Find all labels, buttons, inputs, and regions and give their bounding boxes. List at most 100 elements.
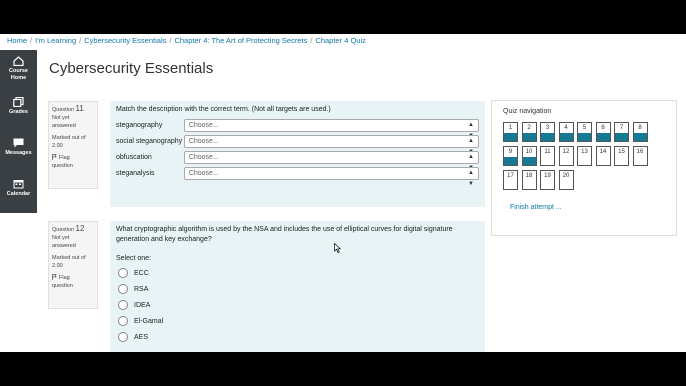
finish-attempt-link[interactable]: Finish attempt ... xyxy=(510,204,562,211)
messages-icon xyxy=(13,138,24,148)
flag-label: Flag xyxy=(59,275,70,281)
quiz-nav-button-12[interactable]: 12 xyxy=(558,146,574,166)
flag-label: question xyxy=(52,283,73,289)
quiz-nav-button-6[interactable]: 6 xyxy=(595,122,611,142)
radio-button[interactable] xyxy=(118,316,128,326)
question-marks: 2.00 xyxy=(52,263,63,269)
question-marks: 2.00 xyxy=(52,143,63,149)
quiz-screen: Home / I'm Learning / Cybersecurity Essentia… xyxy=(0,34,686,352)
quiz-nav-number: 8 xyxy=(638,125,642,131)
match-term: obfuscation xyxy=(116,154,152,161)
question-text: Match the description with the correct t… xyxy=(116,106,331,113)
answered-indicator xyxy=(578,133,591,141)
quiz-nav-number: 11 xyxy=(544,149,551,155)
breadcrumb-chapter[interactable]: Chapter 4: The Art of Protecting Secrets xyxy=(174,36,307,45)
quiz-nav-button-4[interactable]: 4 xyxy=(558,122,574,142)
match-term: steganalysis xyxy=(116,170,155,177)
quiz-nav-number: 9 xyxy=(508,149,513,155)
radio-button[interactable] xyxy=(118,332,128,342)
obfuscation-select[interactable]: Choose...▲▼ xyxy=(183,151,479,171)
quiz-nav-button-5[interactable]: 5 xyxy=(577,122,592,142)
option-label: IDEA xyxy=(134,301,151,309)
answer-option[interactable]: IDEA xyxy=(116,300,479,310)
quiz-nav-button-2[interactable]: 2 xyxy=(521,122,537,142)
sidebar-item-course-home[interactable]: Course Home xyxy=(0,50,37,91)
quiz-nav-button-9[interactable]: 9 xyxy=(503,146,518,166)
breadcrumb-home[interactable]: Home xyxy=(7,36,27,45)
question-number: Question 12 xyxy=(52,224,85,234)
quiz-nav-button-1[interactable]: 1 xyxy=(503,122,518,142)
quiz-nav-number: 7 xyxy=(619,125,624,131)
quiz-nav-button-19[interactable]: 19 xyxy=(540,170,555,190)
option-label: El-Gamal xyxy=(134,317,164,325)
radio-button[interactable] xyxy=(118,300,128,310)
quiz-nav-button-16[interactable]: 16 xyxy=(632,146,648,166)
quiz-nav-button-20[interactable]: 20 xyxy=(558,170,574,190)
sidebar-item-grades[interactable]: Grades xyxy=(0,91,37,132)
sidebar-item-label: Home xyxy=(10,75,27,81)
answered-indicator xyxy=(522,133,536,141)
quiz-nav-button-13[interactable]: 13 xyxy=(577,146,592,166)
flag-label: question xyxy=(52,163,73,169)
answer-option[interactable]: El-Gamal xyxy=(116,316,479,326)
question-marks: Marked out of xyxy=(52,135,86,141)
select-one-label: Select one: xyxy=(116,255,152,262)
quiz-nav-number: 4 xyxy=(564,125,568,131)
flag-question-button[interactable]: Flag xyxy=(52,274,94,282)
breadcrumb-learning[interactable]: I'm Learning xyxy=(35,36,76,45)
option-label: RSA xyxy=(134,285,149,293)
quiz-nav-number: 1 xyxy=(508,125,513,131)
quiz-nav-button-7[interactable]: 7 xyxy=(614,122,629,142)
radio-button[interactable] xyxy=(118,268,128,278)
question-11-info: Question 11 Not yet answered Marked out … xyxy=(48,101,98,189)
answer-option[interactable]: ECC xyxy=(116,268,479,278)
answered-indicator xyxy=(504,133,517,141)
quiz-nav-number: 19 xyxy=(544,173,551,179)
question-11-content: Match the description with the correct t… xyxy=(110,101,485,207)
breadcrumb-separator: / xyxy=(169,36,172,45)
answered-indicator xyxy=(559,133,573,141)
quiz-nav-number: 12 xyxy=(562,149,570,155)
page-title: Cybersecurity Essentials xyxy=(49,60,214,77)
flag-question-button[interactable]: Flag xyxy=(52,154,94,162)
option-label: AES xyxy=(134,333,149,341)
quiz-nav-button-15[interactable]: 15 xyxy=(614,146,629,166)
quiz-nav-button-10[interactable]: 10 xyxy=(521,146,537,166)
answer-option[interactable]: AES xyxy=(116,332,479,342)
breadcrumb-separator: / xyxy=(30,36,33,45)
social-steganography-select[interactable]: Choose...▲▼ xyxy=(183,135,479,155)
quiz-nav-number: 14 xyxy=(599,149,607,155)
question-text: What cryptographic algorithm is used by … xyxy=(116,226,453,243)
radio-button[interactable] xyxy=(118,284,128,294)
answered-indicator xyxy=(615,133,628,141)
quiz-nav-button-11[interactable]: 11 xyxy=(540,146,555,166)
breadcrumb: Home / I'm Learning / Cybersecurity Essentia… xyxy=(7,35,366,47)
steganography-select[interactable]: Choose...▲▼ xyxy=(183,119,479,139)
breadcrumb-quiz[interactable]: Chapter 4 Quiz xyxy=(315,36,365,45)
quiz-nav-button-3[interactable]: 3 xyxy=(540,122,555,142)
quiz-nav-number: 10 xyxy=(525,149,533,155)
sidebar-item-label: Calendar xyxy=(6,191,31,197)
question-status: Not yet xyxy=(52,115,70,121)
steganalysis-select[interactable]: Choose... ▲ ▼ xyxy=(183,167,479,187)
sidebar-item-label: Messages xyxy=(5,150,32,156)
quiz-nav-button-14[interactable]: 14 xyxy=(595,146,611,166)
quiz-navigation-title: Quiz navigation xyxy=(503,108,552,115)
breadcrumb-separator: / xyxy=(79,36,82,45)
sidebar-item-messages[interactable]: Messages xyxy=(0,132,37,173)
flag-label: Flag xyxy=(59,155,70,161)
match-term: steganography xyxy=(116,122,163,129)
quiz-nav-button-8[interactable]: 8 xyxy=(632,122,648,142)
sidebar-item-label: Course xyxy=(9,68,28,74)
sidebar-item-calendar[interactable]: Calendar xyxy=(0,173,37,214)
quiz-nav-button-18[interactable]: 18 xyxy=(521,170,537,190)
answered-indicator xyxy=(633,133,647,141)
quiz-nav-button-17[interactable]: 17 xyxy=(503,170,518,190)
question-status: Not yet xyxy=(52,235,70,241)
quiz-nav-number: 3 xyxy=(545,125,550,131)
answer-option[interactable]: RSA xyxy=(116,284,479,294)
sidebar: Course Home Grades Messages Calendar xyxy=(0,50,37,213)
breadcrumb-course[interactable]: Cybersecurity Essentials xyxy=(84,36,166,45)
answered-indicator xyxy=(522,157,536,165)
home-icon xyxy=(13,56,24,66)
